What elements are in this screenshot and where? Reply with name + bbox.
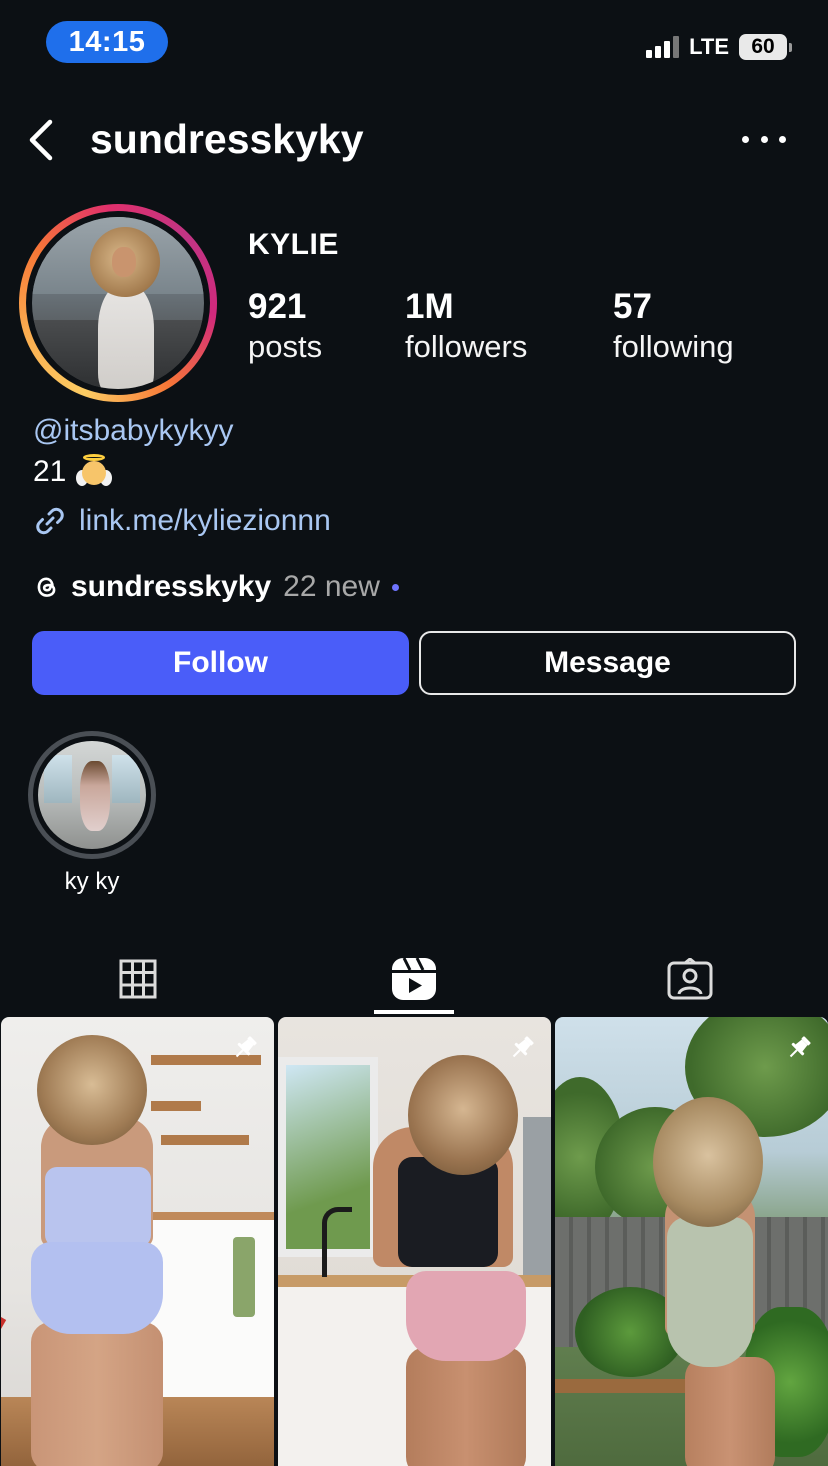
following-count: 57 xyxy=(613,287,652,326)
pin-icon xyxy=(512,1036,534,1058)
tab-posts-grid[interactable] xyxy=(0,944,276,1014)
profile-avatar[interactable] xyxy=(19,204,217,402)
highlight-label: ky ky xyxy=(64,868,120,895)
back-arrow-icon[interactable] xyxy=(24,116,64,164)
threads-unread-dot xyxy=(391,583,399,591)
posts-count: 921 xyxy=(248,287,307,326)
bio-age-text: 21 xyxy=(33,455,67,488)
signal-icon xyxy=(646,36,680,58)
highlight-cover-image xyxy=(38,741,146,849)
grid-icon xyxy=(119,959,157,999)
network-type: LTE xyxy=(689,34,729,59)
angel-emoji-icon xyxy=(76,454,113,490)
followers-count: 1M xyxy=(405,287,454,326)
bio-link-text: link.me/kyliezionnn xyxy=(79,504,331,537)
reels-icon xyxy=(392,957,436,1000)
active-tab-indicator xyxy=(374,1010,454,1014)
threads-badge[interactable]: sundresskyky 22 new xyxy=(33,570,399,604)
battery-level: 60 xyxy=(739,34,787,60)
tagged-icon xyxy=(667,958,713,1000)
followers-label: followers xyxy=(405,329,528,364)
stat-followers[interactable]: 1M followers xyxy=(405,286,527,366)
threads-new-count: 22 new xyxy=(283,570,380,603)
threads-icon xyxy=(37,577,56,597)
battery-icon: 60 xyxy=(739,34,792,60)
stat-following[interactable]: 57 following xyxy=(613,286,734,366)
reel-thumbnail[interactable] xyxy=(555,1017,828,1466)
profile-full-name: KYLIE xyxy=(248,228,339,261)
tab-tagged[interactable] xyxy=(552,944,828,1014)
posts-label: posts xyxy=(248,329,323,364)
pin-icon xyxy=(789,1036,811,1058)
story-highlight[interactable] xyxy=(28,731,156,859)
avatar-image xyxy=(32,217,204,389)
pin-icon xyxy=(235,1036,257,1058)
threads-username: sundresskyky xyxy=(71,570,272,603)
reel-thumbnail[interactable] xyxy=(278,1017,551,1466)
link-icon xyxy=(36,507,64,535)
message-button[interactable]: Message xyxy=(419,631,796,695)
following-label: following xyxy=(613,329,734,364)
follow-button[interactable]: Follow xyxy=(32,631,409,695)
bio-external-link[interactable]: link.me/kyliezionnn xyxy=(33,504,331,538)
more-options-icon[interactable] xyxy=(742,124,786,154)
reel-thumbnail[interactable] xyxy=(1,1017,274,1466)
status-time: 14:15 xyxy=(46,21,168,63)
profile-username-title: sundresskyky xyxy=(90,116,364,162)
status-indicators: LTE 60 xyxy=(646,34,792,60)
bio-mention-link[interactable]: @itsbabykykyy xyxy=(33,414,234,448)
tab-reels[interactable] xyxy=(276,944,552,1014)
bio-age-line: 21 xyxy=(33,454,113,490)
stat-posts[interactable]: 921 posts xyxy=(248,286,322,366)
